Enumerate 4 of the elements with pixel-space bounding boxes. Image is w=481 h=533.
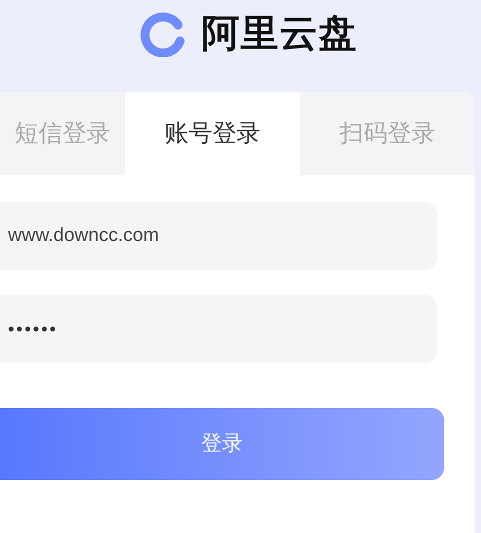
password-field[interactable]: •••••• bbox=[0, 295, 437, 363]
account-field[interactable]: www.downcc.com bbox=[0, 202, 437, 270]
logo-text: 阿里云盘 bbox=[202, 12, 358, 56]
logo-icon bbox=[140, 11, 186, 57]
